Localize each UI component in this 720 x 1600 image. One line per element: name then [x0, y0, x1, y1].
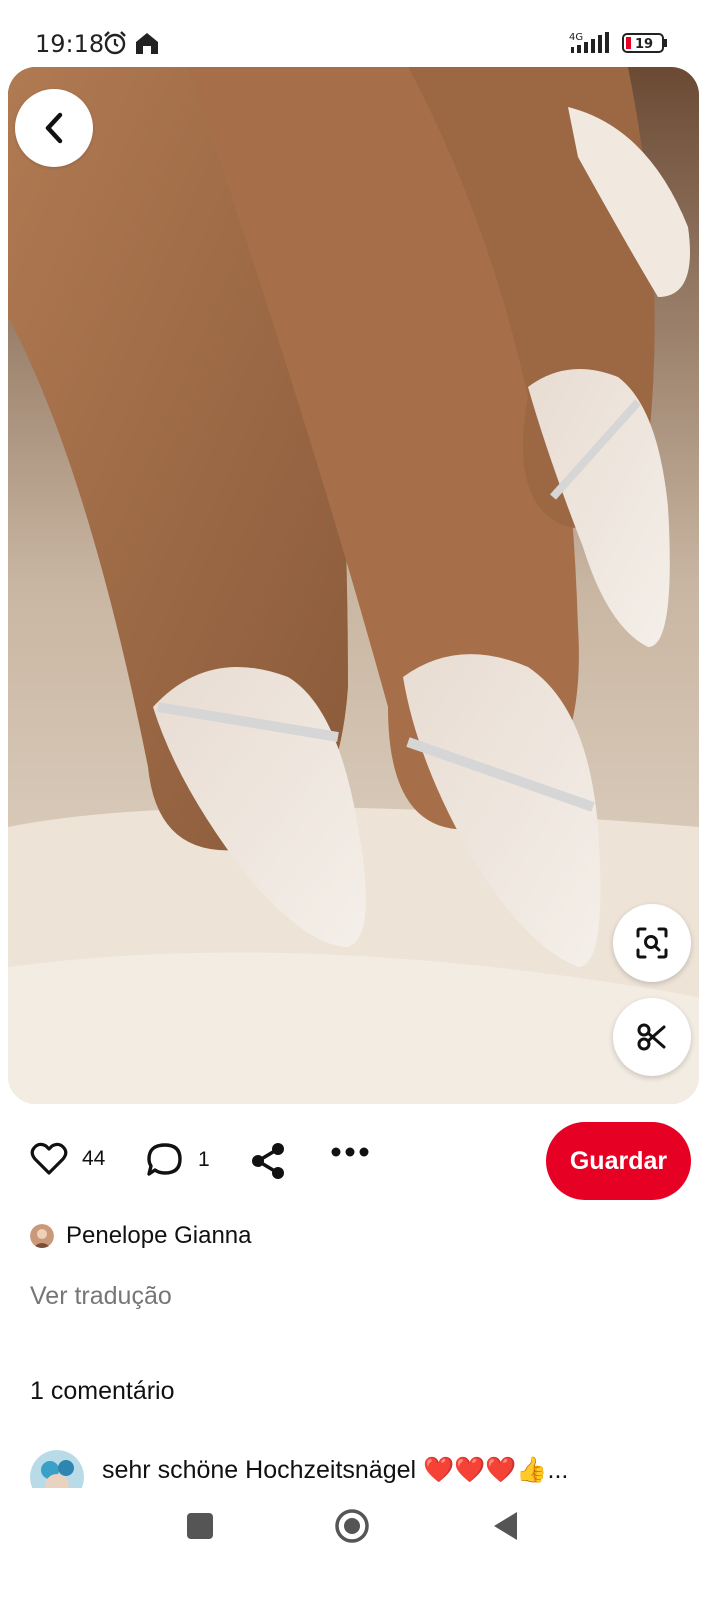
status-bar: 19:18 4G 19: [0, 0, 720, 70]
lens-search-icon: [636, 927, 668, 959]
home-icon: [136, 33, 158, 54]
crop-button[interactable]: [613, 998, 691, 1076]
comments-heading: 1 comentário: [30, 1377, 175, 1405]
nav-back-button[interactable]: [491, 1510, 519, 1542]
back-button[interactable]: [15, 89, 93, 167]
visual-search-button[interactable]: [613, 904, 691, 982]
battery-icon: 19: [622, 33, 667, 53]
heart-icon: [30, 1142, 68, 1175]
author-link[interactable]: Penelope Gianna: [30, 1222, 251, 1250]
scissors-icon: [637, 1023, 666, 1051]
comment-item[interactable]: sehr schöne Hochzeitsnägel ❤️❤️❤️👍...: [30, 1450, 710, 1490]
like-count: 44: [82, 1147, 106, 1170]
comment-text: sehr schöne Hochzeitsnägel ❤️❤️❤️👍...: [102, 1455, 569, 1484]
like-button[interactable]: 44: [30, 1142, 105, 1176]
home-button[interactable]: [334, 1508, 370, 1544]
author-avatar: [30, 1224, 54, 1248]
recents-button[interactable]: [187, 1513, 213, 1539]
network-label: 4G: [569, 32, 583, 43]
comment-button[interactable]: 1: [146, 1142, 210, 1178]
commenter-avatar: [30, 1450, 84, 1490]
chevron-left-icon: [45, 112, 63, 144]
comment-count: 1: [198, 1148, 210, 1171]
signal-icon: 4G: [569, 32, 609, 53]
system-nav-bar: [0, 1488, 720, 1600]
more-options-button[interactable]: [330, 1146, 370, 1158]
status-time: 19:18: [35, 30, 105, 58]
share-icon: [252, 1143, 284, 1179]
action-row: 44 1 Guardar: [0, 1122, 720, 1202]
author-name: Penelope Gianna: [66, 1222, 252, 1249]
translate-link[interactable]: Ver tradução: [30, 1282, 172, 1311]
save-button[interactable]: Guardar: [546, 1122, 691, 1200]
alarm-icon: [104, 31, 126, 55]
share-button[interactable]: [250, 1142, 286, 1180]
comment-bubble-icon: [147, 1143, 182, 1176]
battery-level: 19: [635, 37, 653, 52]
nail-photo: [8, 67, 699, 1104]
pin-image[interactable]: [8, 67, 699, 1104]
ellipsis-icon: [331, 1147, 369, 1157]
